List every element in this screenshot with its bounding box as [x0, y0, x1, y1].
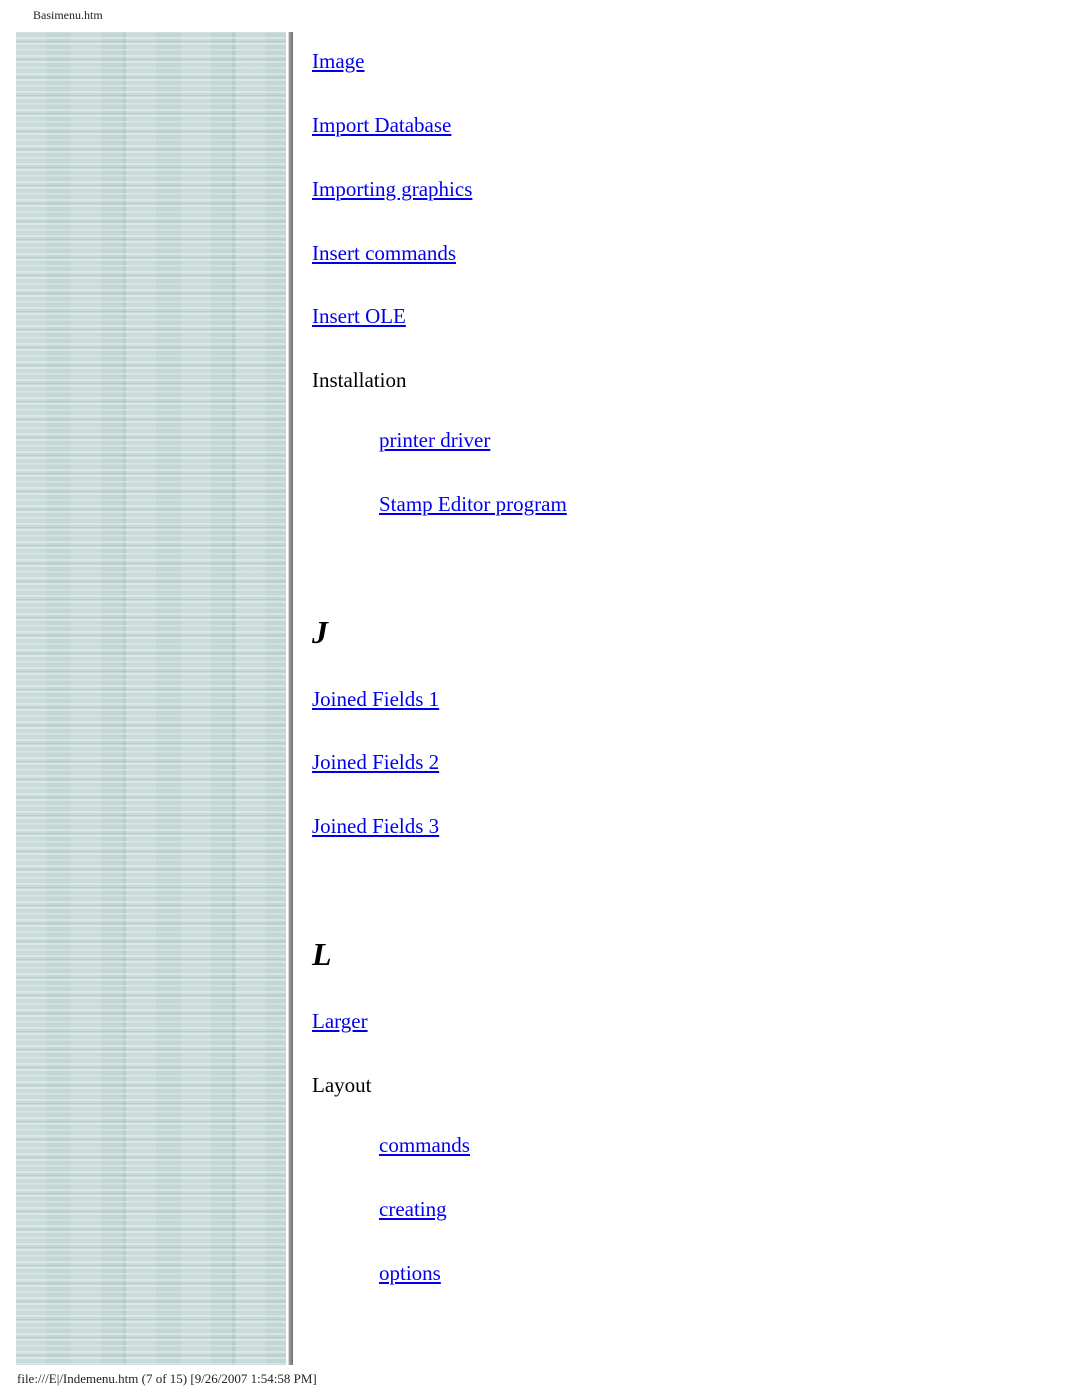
heading-layout: Layout — [312, 1073, 372, 1097]
link-layout-options[interactable]: options — [379, 1260, 441, 1286]
link-insert-ole[interactable]: Insert OLE — [312, 303, 406, 329]
link-larger[interactable]: Larger — [312, 1008, 368, 1034]
link-layout-creating[interactable]: creating — [379, 1196, 447, 1222]
heading-installation: Installation — [312, 368, 407, 392]
link-joined-fields-3[interactable]: Joined Fields 3 — [312, 813, 439, 839]
link-layout-commands[interactable]: commands — [379, 1132, 470, 1158]
link-printer-driver[interactable]: printer driver — [379, 427, 490, 453]
link-import-database[interactable]: Import Database — [312, 112, 451, 138]
link-image[interactable]: Image — [312, 48, 364, 74]
vertical-divider — [288, 32, 293, 1365]
sidebar-texture — [16, 32, 286, 1365]
link-stamp-editor-program[interactable]: Stamp Editor program — [379, 491, 567, 517]
page-header-filename: Basimenu.htm — [33, 8, 103, 22]
link-insert-commands[interactable]: Insert commands — [312, 240, 456, 266]
link-joined-fields-1[interactable]: Joined Fields 1 — [312, 686, 439, 712]
letter-heading-l: L — [312, 936, 332, 972]
link-joined-fields-2[interactable]: Joined Fields 2 — [312, 749, 439, 775]
link-importing-graphics[interactable]: Importing graphics — [312, 176, 472, 202]
page-footer-path: file:///E|/Indemenu.htm (7 of 15) [9/26/… — [17, 1371, 317, 1386]
letter-heading-j: J — [312, 614, 328, 650]
